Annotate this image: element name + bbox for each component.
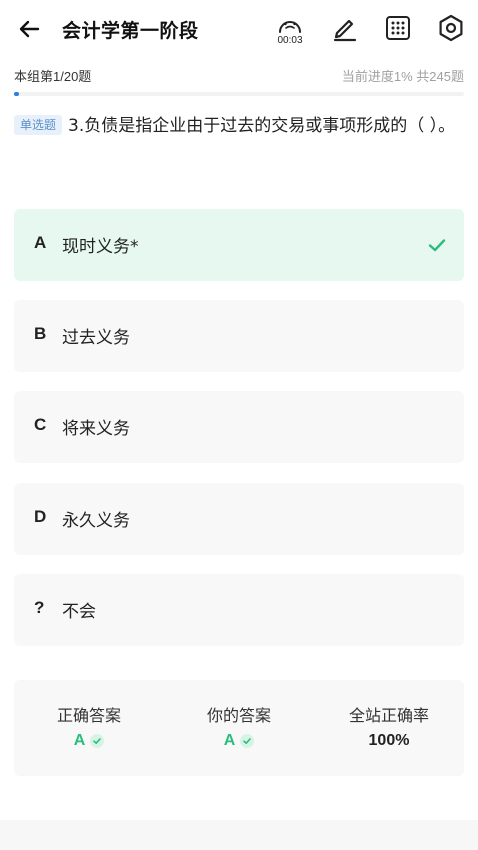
total-count-text: 共245题 <box>416 69 464 84</box>
back-arrow-icon <box>19 20 40 38</box>
accuracy-value: 100% <box>368 732 410 749</box>
back-button[interactable] <box>14 14 44 44</box>
option-a[interactable]: A 现时义务* <box>14 209 464 281</box>
option-letter: C <box>34 415 47 434</box>
option-letter: B <box>34 324 47 343</box>
correct-answer-col: 正确答案 A <box>14 680 164 776</box>
correct-answer-label: 正确答案 <box>56 706 121 725</box>
answer-result-panel: 正确答案 A 你的答案 A 全站正确率 100% <box>14 680 464 776</box>
progress-info: 本组第1/20题 当前进度1% 共245题 <box>14 66 464 86</box>
option-b[interactable]: B 过去义务 <box>14 300 464 372</box>
progress-percent-text: 当前进度1% <box>341 69 413 84</box>
correct-answer-value-group: A <box>14 732 164 750</box>
pencil-icon <box>333 19 357 42</box>
gear-icon <box>439 14 463 42</box>
answer-sheet-button[interactable] <box>382 12 414 44</box>
option-letter: A <box>34 233 47 252</box>
check-icon <box>90 734 105 748</box>
option-d[interactable]: D 永久义务 <box>14 483 464 555</box>
accuracy-col: 全站正确率 100% <box>314 680 464 776</box>
page-title: 会计学第一阶段 <box>62 20 199 42</box>
progress-bar <box>14 92 464 96</box>
bottom-bar <box>0 820 478 850</box>
option-c[interactable]: C 将来义务 <box>14 391 464 463</box>
progress-bar-fill <box>14 92 19 96</box>
top-app-bar: 会计学第一阶段 00:03 <box>0 0 478 58</box>
accuracy-label: 全站正确率 <box>348 706 429 725</box>
question-type-badge: 单选题 <box>14 115 63 135</box>
your-answer-col: 你的答案 A <box>164 680 314 776</box>
timer-button[interactable]: 00:03 <box>274 10 306 50</box>
check-icon <box>428 239 446 252</box>
option-text: 永久义务 <box>62 511 130 531</box>
question-stem: 单选题 3.负债是指企业由于过去的交易或事项形成的（ ）。 <box>14 112 464 141</box>
accuracy-value-group: 100% <box>314 732 464 750</box>
check-icon <box>240 734 255 748</box>
option-text: 不会 <box>62 602 96 622</box>
timer-icon <box>279 20 301 33</box>
your-answer-label: 你的答案 <box>206 706 271 725</box>
option-text: 过去义务 <box>62 328 130 348</box>
option-letter: ? <box>34 598 45 617</box>
note-button[interactable] <box>329 12 361 44</box>
option-dont-know[interactable]: ? 不会 <box>14 574 464 646</box>
timer-readout: 00:03 <box>277 34 303 46</box>
your-answer-value: A <box>223 732 236 749</box>
group-counter: 本组第1/20题 <box>14 69 92 84</box>
grid-icon <box>386 16 410 40</box>
correct-answer-value: A <box>73 732 86 749</box>
your-answer-value-group: A <box>164 732 314 750</box>
option-text: 现时义务* <box>62 237 139 257</box>
question-text: 3.负债是指企业由于过去的交易或事项形成的（ ）。 <box>68 116 456 136</box>
option-letter: D <box>34 507 47 526</box>
settings-button[interactable] <box>435 12 467 44</box>
progress-summary: 当前进度1% 共245题 <box>342 66 464 85</box>
option-text: 将来义务 <box>62 419 130 439</box>
